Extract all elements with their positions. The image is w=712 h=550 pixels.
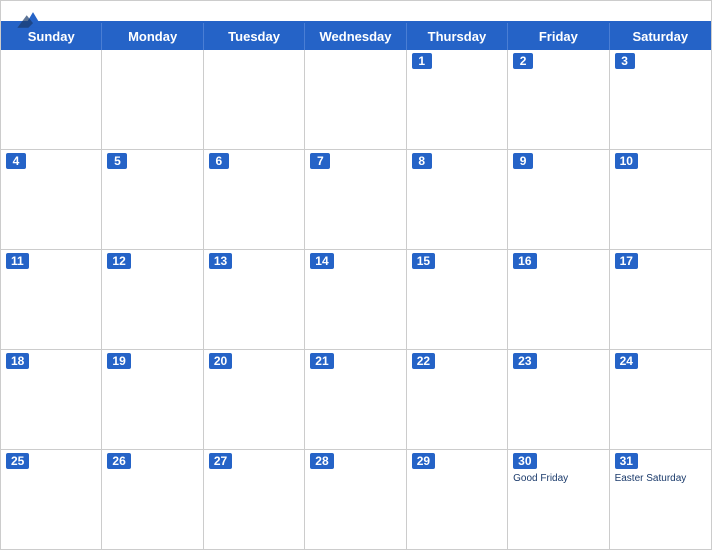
day-number: 3 xyxy=(615,53,635,69)
day-header-thursday: Thursday xyxy=(407,23,508,50)
day-number: 21 xyxy=(310,353,333,369)
day-header-saturday: Saturday xyxy=(610,23,711,50)
day-cell: 26 xyxy=(102,450,203,549)
day-cell: 21 xyxy=(305,350,406,449)
week-row-2: 4 5 6 7 8 9 10 xyxy=(1,150,711,250)
day-cell: 6 xyxy=(204,150,305,249)
week-row-5: 25 26 27 28 29 30 Good Friday 31 Easter Saturday xyxy=(1,450,711,549)
day-number: 31 xyxy=(615,453,638,469)
week-row-1: 1 2 3 xyxy=(1,50,711,150)
day-cell: 30 Good Friday xyxy=(508,450,609,549)
day-cell: 11 xyxy=(1,250,102,349)
day-number: 23 xyxy=(513,353,536,369)
calendar-header xyxy=(1,1,711,21)
day-cell: 2 xyxy=(508,50,609,149)
day-number: 2 xyxy=(513,53,533,69)
day-cell: 5 xyxy=(102,150,203,249)
day-number: 30 xyxy=(513,453,536,469)
day-number: 19 xyxy=(107,353,130,369)
day-number: 11 xyxy=(6,253,29,269)
day-cell xyxy=(1,50,102,149)
day-header-wednesday: Wednesday xyxy=(305,23,406,50)
day-number: 25 xyxy=(6,453,29,469)
day-number: 9 xyxy=(513,153,533,169)
day-number: 24 xyxy=(615,353,638,369)
logo-area xyxy=(17,9,49,32)
holiday-name: Easter Saturday xyxy=(615,473,706,484)
day-cell: 17 xyxy=(610,250,711,349)
day-cell xyxy=(204,50,305,149)
day-cell: 15 xyxy=(407,250,508,349)
day-number: 22 xyxy=(412,353,435,369)
day-cell xyxy=(102,50,203,149)
day-cell: 10 xyxy=(610,150,711,249)
day-header-monday: Monday xyxy=(102,23,203,50)
day-number: 28 xyxy=(310,453,333,469)
day-cell: 14 xyxy=(305,250,406,349)
day-number: 17 xyxy=(615,253,638,269)
day-cell: 19 xyxy=(102,350,203,449)
day-number: 4 xyxy=(6,153,26,169)
week-row-4: 18 19 20 21 22 23 24 xyxy=(1,350,711,450)
day-cell: 29 xyxy=(407,450,508,549)
day-cell: 22 xyxy=(407,350,508,449)
week-row-3: 11 12 13 14 15 16 17 xyxy=(1,250,711,350)
day-cell: 8 xyxy=(407,150,508,249)
day-cell: 20 xyxy=(204,350,305,449)
calendar-grid: SundayMondayTuesdayWednesdayThursdayFrid… xyxy=(1,21,711,549)
day-number: 20 xyxy=(209,353,232,369)
day-cell: 31 Easter Saturday xyxy=(610,450,711,549)
day-cell: 4 xyxy=(1,150,102,249)
day-number: 15 xyxy=(412,253,435,269)
day-number: 29 xyxy=(412,453,435,469)
day-number: 1 xyxy=(412,53,432,69)
day-cell: 9 xyxy=(508,150,609,249)
day-cell: 18 xyxy=(1,350,102,449)
day-cell: 7 xyxy=(305,150,406,249)
day-cell: 13 xyxy=(204,250,305,349)
day-number: 12 xyxy=(107,253,130,269)
day-cell: 12 xyxy=(102,250,203,349)
day-number: 6 xyxy=(209,153,229,169)
day-cell: 24 xyxy=(610,350,711,449)
day-number: 14 xyxy=(310,253,333,269)
day-cell: 28 xyxy=(305,450,406,549)
day-number: 13 xyxy=(209,253,232,269)
day-header-tuesday: Tuesday xyxy=(204,23,305,50)
day-number: 8 xyxy=(412,153,432,169)
logo-icon xyxy=(17,9,49,31)
day-header-friday: Friday xyxy=(508,23,609,50)
day-number: 27 xyxy=(209,453,232,469)
day-number: 5 xyxy=(107,153,127,169)
day-cell: 27 xyxy=(204,450,305,549)
day-number: 10 xyxy=(615,153,638,169)
day-cell: 1 xyxy=(407,50,508,149)
day-cell: 25 xyxy=(1,450,102,549)
day-cell: 3 xyxy=(610,50,711,149)
day-number: 26 xyxy=(107,453,130,469)
day-number: 18 xyxy=(6,353,29,369)
day-cell: 23 xyxy=(508,350,609,449)
day-cell: 16 xyxy=(508,250,609,349)
holiday-name: Good Friday xyxy=(513,473,603,484)
day-number: 7 xyxy=(310,153,330,169)
day-number: 16 xyxy=(513,253,536,269)
day-cell xyxy=(305,50,406,149)
day-headers: SundayMondayTuesdayWednesdayThursdayFrid… xyxy=(1,23,711,50)
weeks-container: 1234567891011121314151617181920212223242… xyxy=(1,50,711,549)
calendar-container: SundayMondayTuesdayWednesdayThursdayFrid… xyxy=(0,0,712,550)
